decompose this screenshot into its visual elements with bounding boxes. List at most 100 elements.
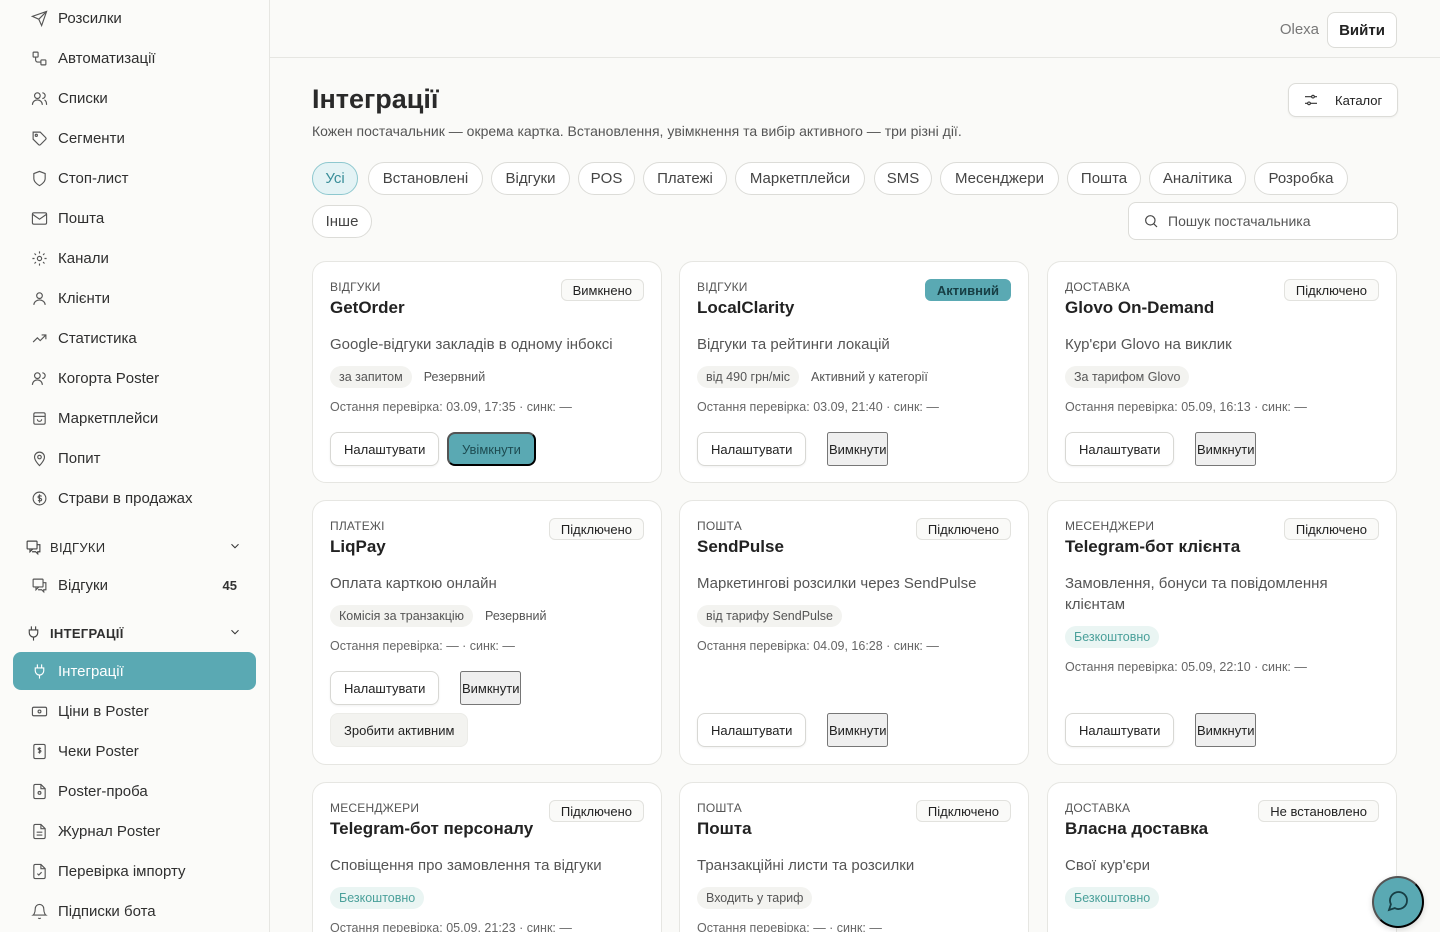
settings-button[interactable]: Налаштувати xyxy=(697,432,807,466)
last-check-text: Остання перевірка: — · синк: — xyxy=(697,921,882,932)
sidebar-group-integrations[interactable]: ІНТЕГРАЦІЇ xyxy=(13,618,256,648)
sidebar-item-channels[interactable]: Канали xyxy=(13,240,256,276)
role-tag: Активний у категорії xyxy=(811,370,928,384)
sidebar-item-stoplist[interactable]: Стоп-лист xyxy=(13,160,256,196)
chevron-down-icon[interactable] xyxy=(228,625,242,639)
price-tag: від тарифу SendPulse xyxy=(697,605,842,627)
card-title: LocalClarity xyxy=(697,298,795,317)
status-badge: Підключено xyxy=(915,800,1011,822)
sidebar-item-marketplaces[interactable]: Маркетплейси xyxy=(13,400,256,436)
users-icon xyxy=(30,89,48,107)
settings-button[interactable]: Налаштувати xyxy=(330,432,440,466)
make-active-button[interactable]: Зробити активним xyxy=(330,713,469,747)
filter-chip-installed[interactable]: Встановлені xyxy=(368,162,483,195)
sidebar-item-label: Стоп-лист xyxy=(58,169,129,187)
sidebar-item-dishes[interactable]: Страви в продажах xyxy=(13,480,256,516)
sidebar-item-lists[interactable]: Списки xyxy=(13,80,256,116)
sidebar-item-segments[interactable]: Сегменти xyxy=(13,120,256,156)
workflow-icon xyxy=(30,49,48,67)
sidebar-group-label: ІНТЕГРАЦІЇ xyxy=(50,625,124,641)
sidebar-item-label: Автоматизації xyxy=(58,49,156,67)
disable-button[interactable]: Вимкнути xyxy=(460,671,522,705)
filter-chip-sms[interactable]: SMS xyxy=(874,162,932,195)
filter-chip-payments[interactable]: Платежі xyxy=(643,162,727,195)
sidebar-item-integrations[interactable]: Інтеграції xyxy=(13,652,256,690)
disable-button[interactable]: Вимкнути xyxy=(827,432,889,466)
card-tags: за запитом Резервний xyxy=(330,366,489,388)
disable-button[interactable]: Вимкнути xyxy=(827,713,889,747)
catalog-button-label: Каталог xyxy=(1335,92,1383,108)
sidebar-item-automations[interactable]: Автоматизації xyxy=(13,40,256,76)
sidebar-item-poster-prices[interactable]: Ціни в Poster xyxy=(13,693,256,729)
sidebar-item-reviews[interactable]: Відгуки 45 xyxy=(13,567,256,603)
price-tag: Входить у тариф xyxy=(697,887,813,909)
filter-chip-other[interactable]: Інше xyxy=(312,205,372,238)
filter-chip-messengers[interactable]: Месенджери xyxy=(940,162,1059,195)
search-input[interactable] xyxy=(1168,213,1388,229)
sidebar-item-label: Журнал Poster xyxy=(58,822,161,840)
settings-button[interactable]: Налаштувати xyxy=(697,713,807,747)
sidebar-item-statistics[interactable]: Статистика xyxy=(13,320,256,356)
logout-button[interactable]: Вийти xyxy=(1327,12,1397,48)
mail-icon xyxy=(30,209,48,227)
sidebar-item-clients[interactable]: Клієнти xyxy=(13,280,256,316)
card-description: Відгуки та рейтинги локацій xyxy=(697,336,890,353)
document-icon xyxy=(30,822,48,840)
sidebar-item-mail[interactable]: Пошта xyxy=(13,200,256,236)
chat-bubble-icon xyxy=(1386,889,1410,916)
search-box[interactable] xyxy=(1128,202,1398,240)
disable-button[interactable]: Вимкнути xyxy=(1195,713,1257,747)
sidebar-item-mailings[interactable]: Розсилки xyxy=(13,0,256,36)
filter-chip-development[interactable]: Розробка xyxy=(1254,162,1348,195)
sidebar-group-reviews[interactable]: ВІДГУКИ xyxy=(13,532,256,562)
card-tags: Входить у тариф xyxy=(697,887,813,909)
enable-button[interactable]: Увімкнути xyxy=(447,432,536,466)
card-title: Telegram-бот персоналу xyxy=(330,819,534,838)
sidebar-item-label: Попит xyxy=(58,449,101,467)
sidebar-item-import-check[interactable]: Перевірка імпорту xyxy=(13,853,256,889)
status-badge: Активний xyxy=(924,279,1011,301)
filter-chip-mail[interactable]: Пошта xyxy=(1067,162,1141,195)
sidebar-item-demand[interactable]: Попит xyxy=(13,440,256,476)
sidebar-item-poster-log[interactable]: Журнал Poster xyxy=(13,813,256,849)
user-icon xyxy=(30,289,48,307)
sidebar-item-label: Пошта xyxy=(58,209,105,227)
last-check-text: Остання перевірка: 04.09, 16:28 · синк: … xyxy=(697,639,939,653)
sidebar-item-label: Когорта Poster xyxy=(58,369,160,387)
sidebar-item-poster-trial[interactable]: Poster-проба xyxy=(13,773,256,809)
search-icon xyxy=(1143,213,1159,229)
card-tags: Безкоштовно xyxy=(1065,626,1160,648)
card-title: GetOrder xyxy=(330,298,405,317)
chevron-down-icon[interactable] xyxy=(228,539,242,553)
integration-card-mail: ПОШТА Пошта Підключено Транзакційні лист… xyxy=(679,782,1029,932)
status-badge: Вимкнено xyxy=(560,279,644,301)
sidebar-item-poster-receipts[interactable]: Чеки Poster xyxy=(13,733,256,769)
card-title: SendPulse xyxy=(697,537,784,556)
filter-chip-marketplaces[interactable]: Маркетплейси xyxy=(735,162,865,195)
sidebar-item-bot-subscriptions[interactable]: Підписки бота xyxy=(13,893,256,929)
disable-button[interactable]: Вимкнути xyxy=(1195,432,1257,466)
sidebar-item-label: Poster-проба xyxy=(58,782,148,800)
file-icon xyxy=(30,782,48,800)
settings-button[interactable]: Налаштувати xyxy=(1065,713,1175,747)
chat-button[interactable] xyxy=(1372,876,1424,928)
shield-icon xyxy=(30,169,48,187)
sidebar-item-label: Статистика xyxy=(58,329,137,347)
filter-chip-all[interactable]: Усі xyxy=(312,162,358,195)
plug-icon xyxy=(24,624,42,642)
price-tag: Безкоштовно xyxy=(330,887,425,909)
settings-button[interactable]: Налаштувати xyxy=(1065,432,1175,466)
card-description: Транзакційні листи та розсилки xyxy=(697,857,915,874)
catalog-button[interactable]: Каталог xyxy=(1288,83,1398,117)
filter-chip-analytics[interactable]: Аналітика xyxy=(1149,162,1246,195)
card-category: МЕСЕНДЖЕРИ xyxy=(1065,519,1155,533)
bell-icon xyxy=(30,902,48,920)
sidebar-item-label: Страви в продажах xyxy=(58,489,193,507)
sidebar-item-cohort[interactable]: Когорта Poster xyxy=(13,360,256,396)
filter-chip-pos[interactable]: POS xyxy=(578,162,635,195)
filter-chip-reviews[interactable]: Відгуки xyxy=(491,162,570,195)
settings-button[interactable]: Налаштувати xyxy=(330,671,440,705)
banknote-icon xyxy=(30,702,48,720)
card-description: Кур'єри Glovo на виклик xyxy=(1065,336,1232,353)
integration-card-getorder: ВІДГУКИ GetOrder Вимкнено Google-відгуки… xyxy=(312,261,662,483)
